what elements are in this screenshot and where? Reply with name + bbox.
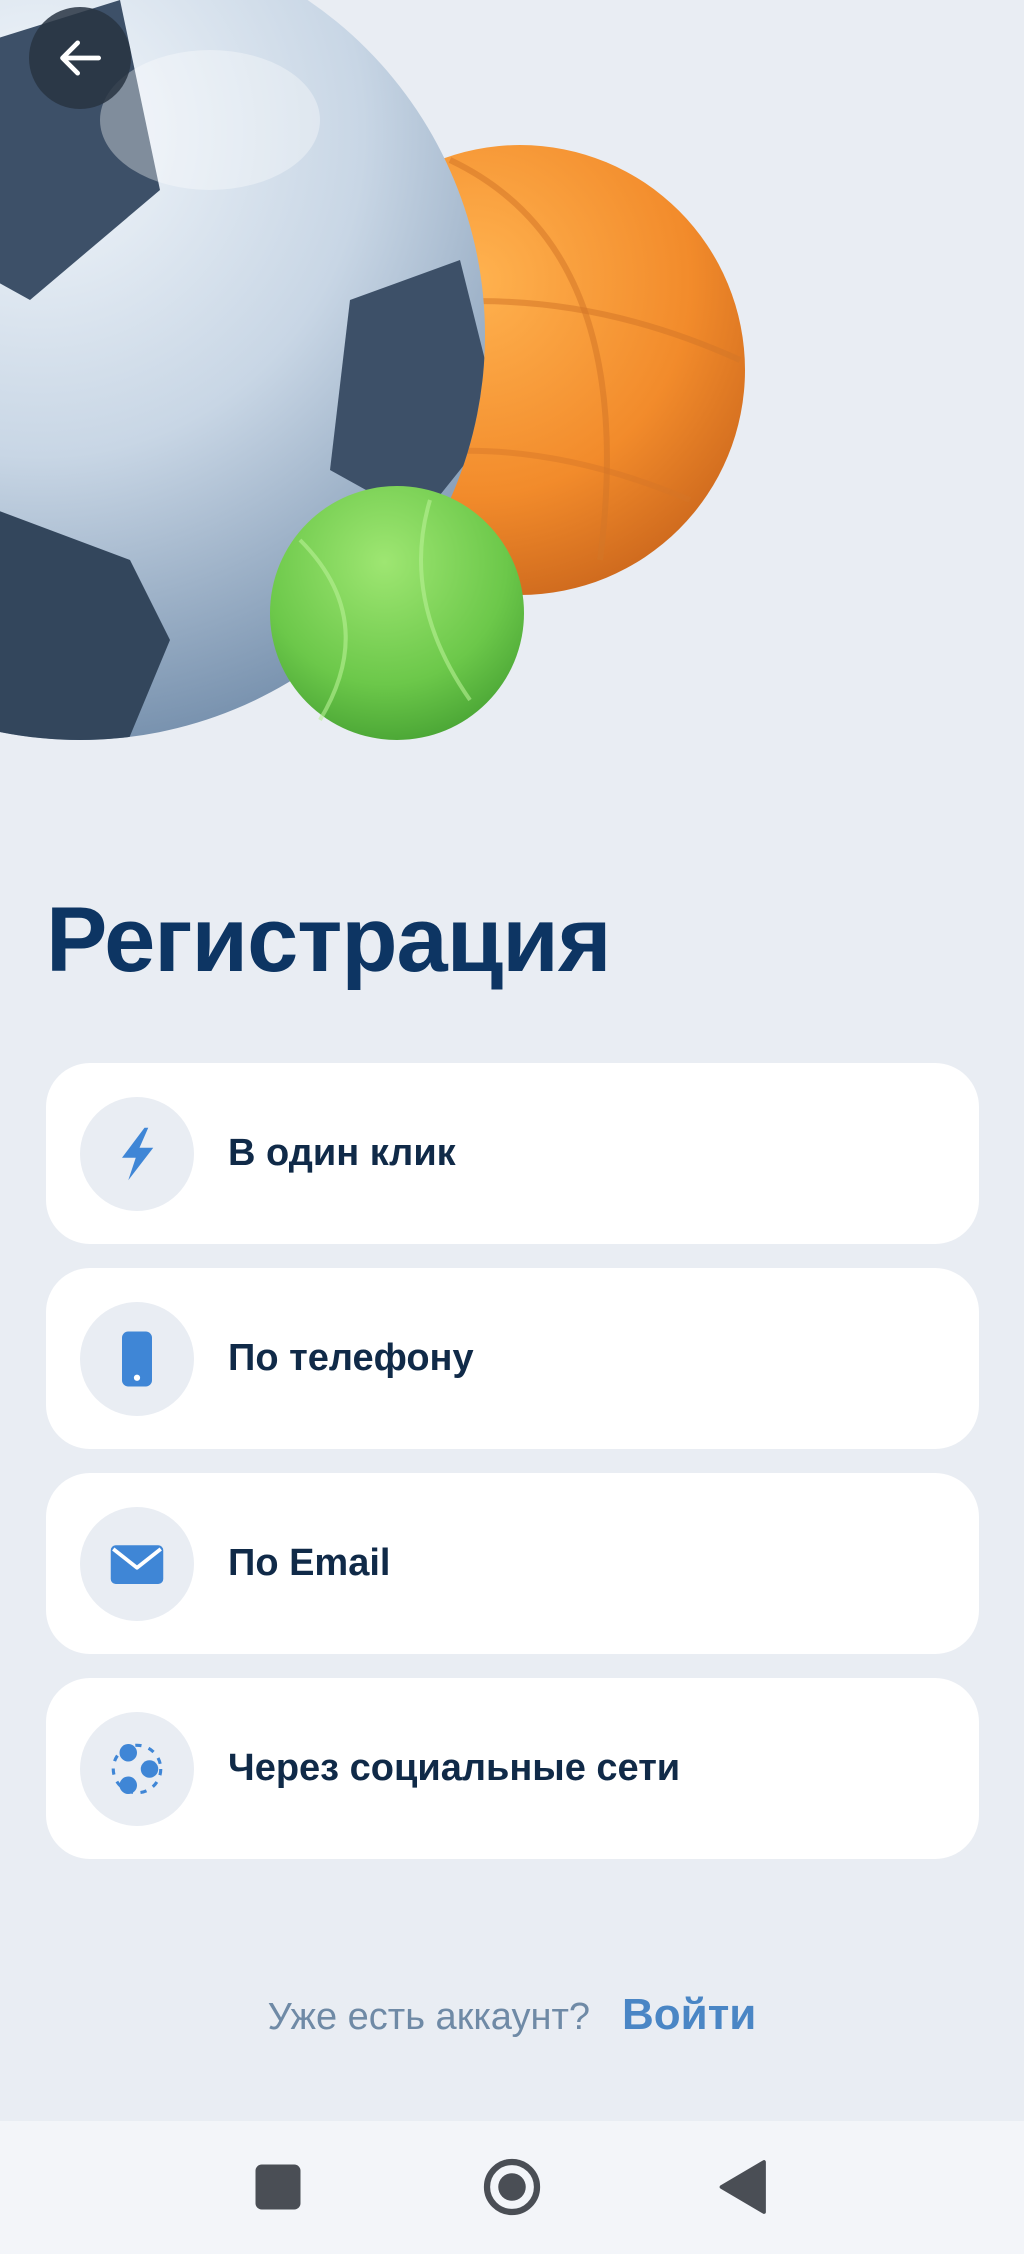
option-label: По телефону <box>228 1337 474 1379</box>
recents-button[interactable] <box>238 2147 318 2227</box>
hero-illustration <box>0 0 1024 760</box>
circle-icon <box>483 2158 541 2216</box>
page-title: Регистрация <box>46 889 611 991</box>
option-icon-container <box>80 1096 194 1211</box>
triangle-back-icon <box>719 2160 766 2214</box>
option-icon-container <box>80 1301 194 1416</box>
registration-options: В один клик По телефону По Email Через с… <box>46 1063 979 1883</box>
social-network-icon <box>111 1743 163 1794</box>
sports-balls-illustration <box>0 0 745 740</box>
option-email[interactable]: По Email <box>46 1473 979 1654</box>
login-prompt: Уже есть аккаунт? Войти <box>0 1990 1024 2040</box>
lightning-icon <box>122 1127 154 1180</box>
option-icon-container <box>80 1711 194 1826</box>
login-question: Уже есть аккаунт? <box>267 1996 591 2038</box>
tennis-ball <box>270 486 524 740</box>
home-button[interactable] <box>472 2147 552 2227</box>
system-navigation-bar <box>0 2121 1024 2254</box>
option-icon-container <box>80 1506 194 1621</box>
system-back-button[interactable] <box>704 2147 784 2227</box>
option-label: По Email <box>228 1542 391 1584</box>
back-button[interactable] <box>29 7 131 109</box>
phone-icon <box>122 1331 152 1386</box>
square-icon <box>255 2164 301 2210</box>
option-one-click[interactable]: В один клик <box>46 1063 979 1244</box>
arrow-left-icon <box>60 40 101 76</box>
option-phone[interactable]: По телефону <box>46 1268 979 1449</box>
option-social[interactable]: Через социальные сети <box>46 1678 979 1859</box>
option-label: Через социальные сети <box>228 1747 681 1789</box>
registration-screen: Регистрация В один клик По телефону По E… <box>0 0 1024 2254</box>
envelope-icon <box>110 1544 164 1584</box>
option-label: В один клик <box>228 1132 456 1174</box>
login-link[interactable]: Войти <box>622 1990 756 2040</box>
